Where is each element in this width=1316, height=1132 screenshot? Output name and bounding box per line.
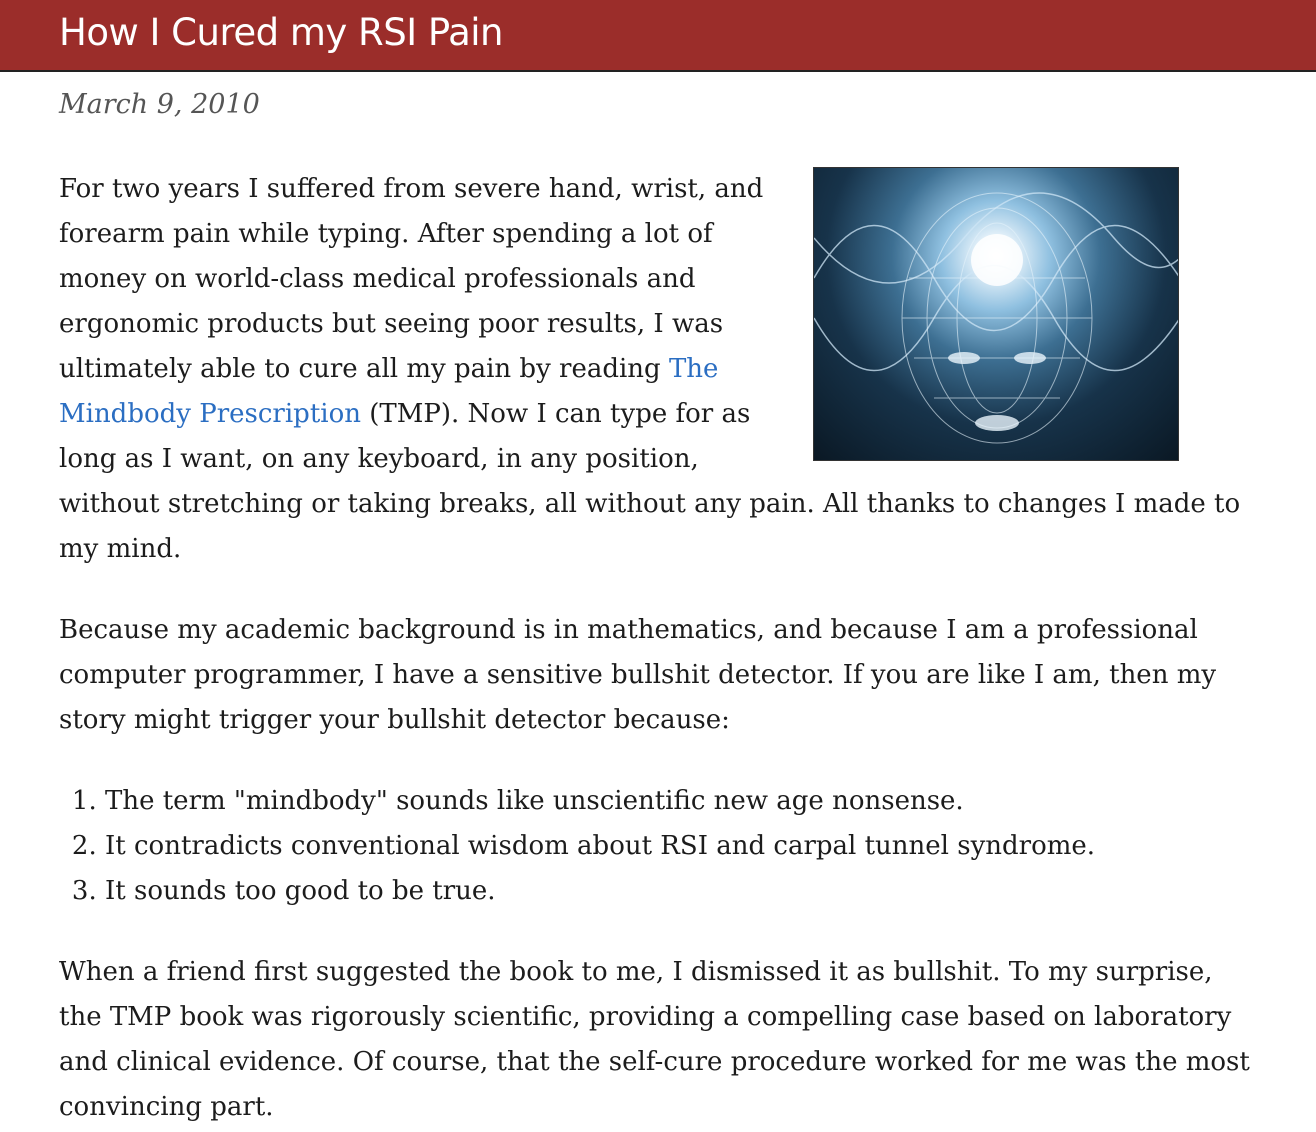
background-paragraph: Because my academic background is in mat… — [59, 615, 1217, 735]
conclusion-paragraph: When a friend first suggested the book t… — [59, 957, 1250, 1122]
glowing-head-illustration — [814, 192, 1178, 444]
list-item: The term "mindbody" sounds like unscient… — [105, 779, 1259, 824]
intro-text-before-link: For two years I suffered from severe han… — [59, 174, 764, 384]
list-item: It contradicts conventional wisdom about… — [105, 824, 1259, 869]
post-content: For two years I suffered from severe han… — [59, 167, 1259, 1130]
list-item: It sounds too good to be true. — [105, 869, 1259, 914]
reasons-list: The term "mindbody" sounds like unscient… — [59, 779, 1259, 914]
page-header: How I Cured my RSI Pain — [0, 0, 1316, 72]
page-title: How I Cured my RSI Pain — [59, 11, 503, 54]
glowing-head-image — [813, 167, 1179, 461]
post-date: March 9, 2010 — [59, 89, 260, 120]
